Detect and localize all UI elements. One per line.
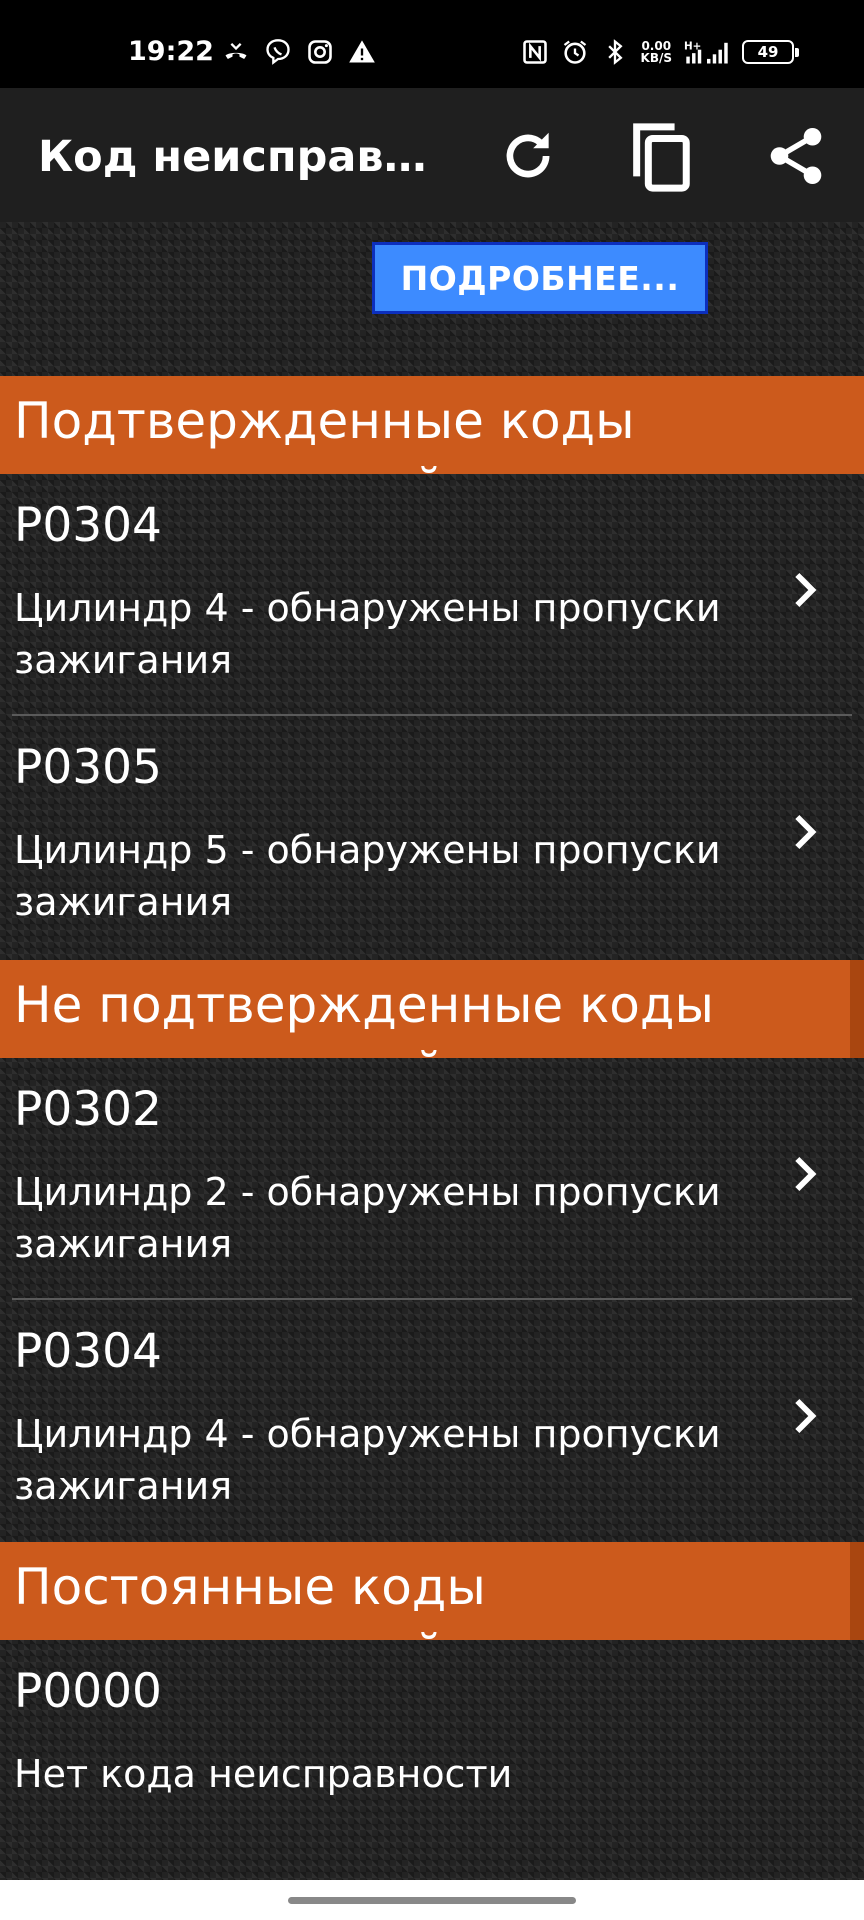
status-time: 19:22 [128, 36, 214, 67]
page-title: Код неисправности [38, 132, 448, 182]
codes-list[interactable]: ПОДРОБНЕЕ... Подтвержденные коды неиспра… [0, 222, 864, 1880]
section-title: Подтвержденные коды неисправностей [14, 392, 635, 474]
code-item-p0305[interactable]: P0305 Цилиндр 5 - обнаружены пропуски за… [0, 716, 864, 954]
chevron-right-icon [795, 1398, 817, 1434]
share-button[interactable] [760, 120, 832, 192]
status-bar: 19:22 0.00 KB/S H+ 49 [0, 0, 864, 88]
notification-icons [222, 38, 376, 66]
copy-icon [633, 123, 690, 192]
battery-level: 49 [757, 43, 779, 61]
code-description: Нет кода неисправности [14, 1752, 513, 1796]
code-description: Цилиндр 5 - обнаружены пропуски зажигани… [14, 828, 721, 924]
bluetooth-icon [607, 39, 623, 65]
network-speed: 0.00 KB/S [640, 39, 672, 65]
signal-icon: H+ [684, 41, 728, 64]
home-indicator[interactable] [288, 1897, 576, 1904]
code-description: Цилиндр 2 - обнаружены пропуски зажигани… [14, 1170, 721, 1266]
code-label: P0304 [14, 498, 162, 553]
code-item-p0304-pending[interactable]: P0304 Цилиндр 4 - обнаружены пропуски за… [0, 1300, 864, 1538]
section-header-permanent: Постоянные коды неисправностей [0, 1542, 864, 1640]
section-title: Постоянные коды неисправностей [14, 1558, 486, 1640]
code-item-p0000: P0000 Нет кода неисправности [0, 1640, 864, 1878]
code-label: P0000 [14, 1664, 162, 1719]
copy-button[interactable] [624, 120, 696, 192]
refresh-icon [506, 132, 550, 178]
code-label: P0302 [14, 1082, 162, 1137]
instagram-icon [308, 40, 332, 64]
refresh-button[interactable] [492, 120, 564, 192]
code-description: Цилиндр 4 - обнаружены пропуски зажигани… [14, 1412, 721, 1508]
chevron-right-icon [795, 814, 817, 850]
section-header-confirmed: Подтвержденные коды неисправностей [0, 376, 864, 474]
code-label: P0305 [14, 740, 162, 795]
viber-icon [266, 39, 290, 65]
code-description: Цилиндр 4 - обнаружены пропуски зажигани… [14, 586, 721, 682]
section-header-unconfirmed: Не подтвержденные коды неисправностей [0, 960, 864, 1058]
chevron-right-icon [795, 572, 817, 608]
app-bar: Код неисправности [0, 88, 864, 222]
more-details-button[interactable]: ПОДРОБНЕЕ... [372, 242, 708, 314]
missed-call-icon [225, 43, 247, 59]
nfc-icon [522, 40, 547, 64]
alarm-icon [563, 40, 586, 64]
section-title: Не подтвержденные коды неисправностей [14, 976, 714, 1058]
system-icons: 0.00 KB/S H+ 49 [521, 38, 799, 66]
gesture-bar [0, 1880, 864, 1920]
code-label: P0304 [14, 1324, 162, 1379]
share-icon [770, 127, 822, 185]
warning-icon [349, 40, 375, 63]
code-item-p0302[interactable]: P0302 Цилиндр 2 - обнаружены пропуски за… [0, 1058, 864, 1296]
code-item-p0304[interactable]: P0304 Цилиндр 4 - обнаружены пропуски за… [0, 474, 864, 712]
battery-icon: 49 [742, 40, 799, 64]
chevron-right-icon [795, 1156, 817, 1192]
